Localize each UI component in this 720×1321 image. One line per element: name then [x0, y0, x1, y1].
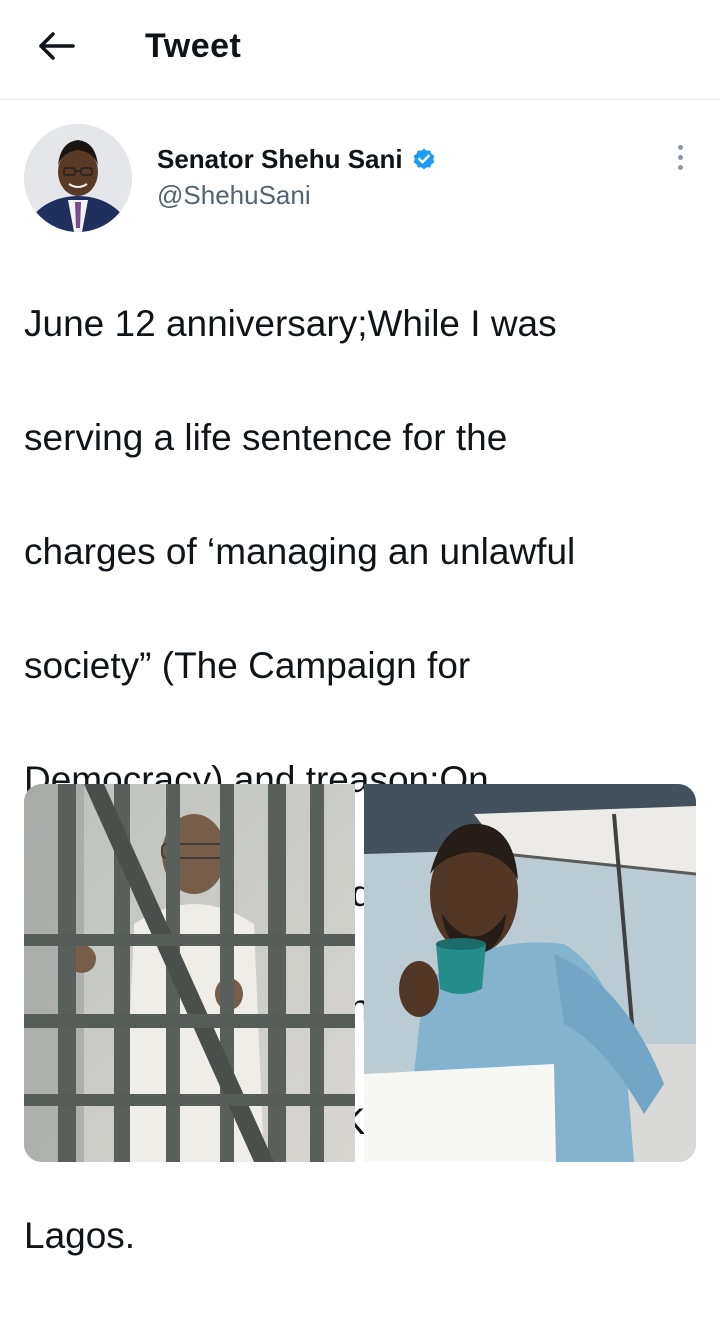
tweet-photo-right[interactable] — [364, 784, 696, 1162]
tweet-text-line: June 12 anniversary;While I was — [24, 303, 557, 344]
tweet-text-line: society” (The Campaign for — [24, 645, 471, 686]
avatar-photo — [24, 124, 132, 232]
arrow-left-icon — [39, 32, 75, 60]
tweet-photo-left[interactable] — [24, 784, 355, 1162]
author-name-row: Senator Shehu Sani — [157, 141, 437, 177]
more-dot-icon — [677, 144, 683, 150]
top-bar: Tweet — [0, 0, 720, 100]
more-dot-icon — [677, 154, 683, 160]
verified-badge-icon — [411, 146, 437, 172]
tweet-text-line: charges of ‘managing an unlawful — [24, 531, 576, 572]
tweet-text-line: serving a life sentence for the — [24, 417, 508, 458]
prison-bars-photo — [24, 784, 355, 1162]
author-handle[interactable]: @ShehuSani — [157, 180, 311, 211]
back-button[interactable] — [30, 24, 82, 68]
tweet-text-line: Lagos. — [24, 1215, 136, 1256]
more-options-button[interactable] — [664, 140, 696, 174]
more-dot-icon — [677, 164, 683, 170]
page-title: Tweet — [145, 27, 242, 65]
avatar[interactable] — [24, 124, 132, 232]
author-display-name[interactable]: Senator Shehu Sani — [157, 144, 403, 175]
cell-cup-photo — [364, 784, 696, 1162]
